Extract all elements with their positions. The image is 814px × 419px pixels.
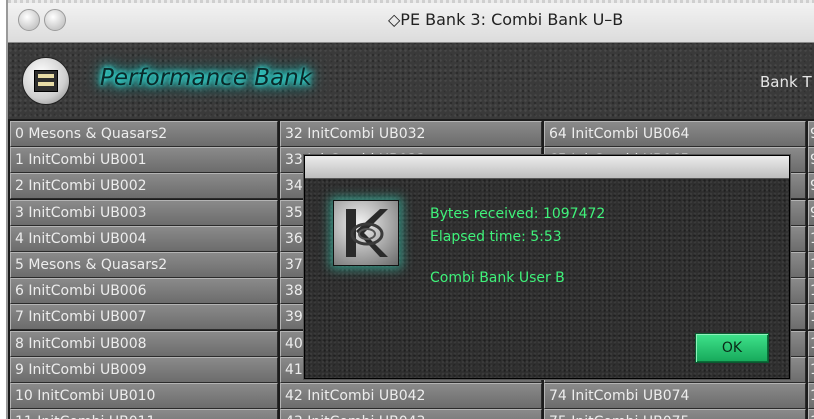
header-banner: Performance Bank Bank T xyxy=(8,43,814,119)
program-cell-partial[interactable]: 9 xyxy=(808,121,814,147)
program-cell-partial[interactable]: 1 xyxy=(808,304,814,330)
program-cell[interactable]: 75 InitCombi UB075 xyxy=(544,409,806,419)
ok-button[interactable]: OK xyxy=(695,333,769,363)
program-cell[interactable]: 43 InitCombi UB043 xyxy=(280,409,542,419)
program-cell-partial[interactable]: 1 xyxy=(808,383,814,409)
program-cell-partial[interactable]: 1 xyxy=(808,409,814,419)
program-cell[interactable]: 7 InitCombi UB007 xyxy=(10,304,278,330)
app-window: ◇PE Bank 3: Combi Bank U–B Performance B… xyxy=(6,0,814,419)
korg-logo-icon xyxy=(333,200,399,266)
bytes-received-text: Bytes received: 1097472 xyxy=(430,206,606,222)
bank-type-label: Bank T xyxy=(760,73,812,91)
transfer-complete-dialog: Bytes received: 1097472 Elapsed time: 5:… xyxy=(304,155,790,379)
program-cell-partial[interactable]: 1 xyxy=(808,357,814,383)
program-cell[interactable]: 11 InitCombi UB011 xyxy=(10,409,278,419)
window-title: ◇PE Bank 3: Combi Bank U–B xyxy=(388,10,624,29)
program-cell[interactable]: 5 Mesons & Quasars2 xyxy=(10,252,278,278)
program-cell[interactable]: 74 InitCombi UB074 xyxy=(544,383,806,409)
program-cell[interactable]: 4 InitCombi UB004 xyxy=(10,226,278,252)
program-cell-partial[interactable]: 1 xyxy=(808,331,814,357)
program-cell-partial[interactable]: 1 xyxy=(808,226,814,252)
bank-name-text: Combi Bank User B xyxy=(430,270,565,286)
program-cell-partial[interactable]: 9 xyxy=(808,173,814,199)
program-cell[interactable]: 2 InitCombi UB002 xyxy=(10,173,278,199)
program-cell-partial[interactable]: 1 xyxy=(808,278,814,304)
program-cell[interactable]: 42 InitCombi UB042 xyxy=(280,383,542,409)
program-cell[interactable]: 9 InitCombi UB009 xyxy=(10,357,278,383)
bank-logo-icon xyxy=(22,57,70,105)
minimize-window-button[interactable] xyxy=(44,9,66,31)
program-cell[interactable]: 3 InitCombi UB003 xyxy=(10,200,278,226)
program-cell[interactable]: 0 Mesons & Quasars2 xyxy=(10,121,278,147)
program-cell[interactable]: 8 InitCombi UB008 xyxy=(10,331,278,357)
program-cell-partial[interactable]: 1 xyxy=(808,252,814,278)
title-bar[interactable]: ◇PE Bank 3: Combi Bank U–B xyxy=(8,0,814,43)
banner-title: Performance Bank xyxy=(100,65,313,91)
program-cell-partial[interactable]: 9 xyxy=(808,200,814,226)
program-cell[interactable]: 10 InitCombi UB010 xyxy=(10,383,278,409)
program-cell[interactable]: 6 InitCombi UB006 xyxy=(10,278,278,304)
close-window-button[interactable] xyxy=(18,9,40,31)
elapsed-time-text: Elapsed time: 5:53 xyxy=(430,229,562,245)
program-cell-partial[interactable]: 9 xyxy=(808,147,814,173)
dialog-title-bar[interactable] xyxy=(305,156,789,179)
program-cell[interactable]: 64 InitCombi UB064 xyxy=(544,121,806,147)
program-cell[interactable]: 1 InitCombi UB001 xyxy=(10,147,278,173)
program-cell[interactable]: 32 InitCombi UB032 xyxy=(280,121,542,147)
